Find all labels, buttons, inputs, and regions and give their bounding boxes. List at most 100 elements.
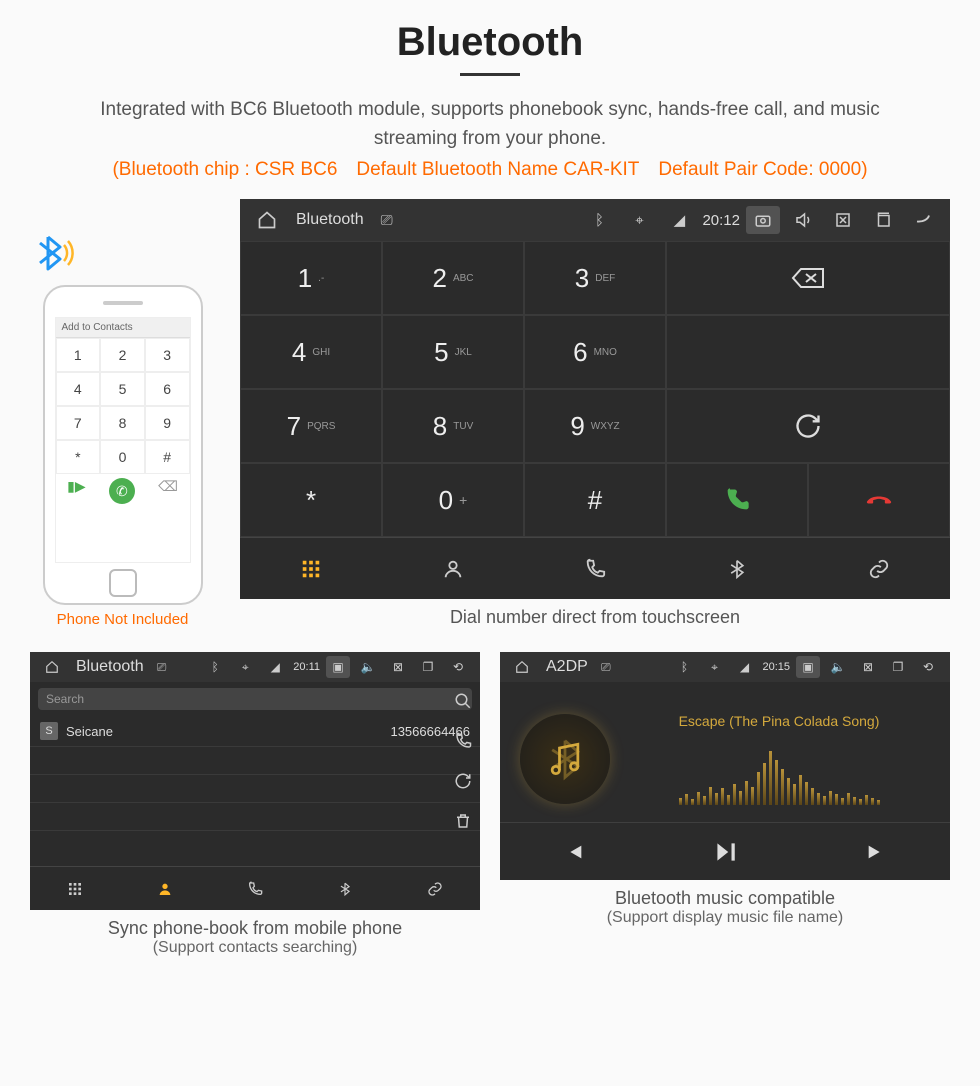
call-icon[interactable] [454,732,472,750]
call-button[interactable] [666,463,808,537]
prev-track-button[interactable] [563,841,585,863]
key-4[interactable]: 4GHI [240,315,382,389]
phone-key: 3 [145,338,190,372]
search-icon[interactable] [454,692,472,710]
recent-apps-icon[interactable]: ❐ [886,656,910,678]
location-icon: ⌖ [622,206,656,234]
page-spec: (Bluetooth chip : CSR BC6 Default Blueto… [30,159,950,181]
tab-contacts[interactable] [382,538,524,599]
recent-apps-icon[interactable]: ❐ [416,656,440,678]
phone-key: 7 [56,406,101,440]
key-8[interactable]: 8TUV [382,389,524,463]
phone-header: Add to Contacts [56,318,190,338]
back-icon[interactable] [906,206,940,234]
bluetooth-status-icon: ᛒ [203,656,227,678]
track-title: Escape (The Pina Colada Song) [628,713,930,729]
wifi-icon: ◢ [662,206,696,234]
tab-dialpad[interactable] [240,538,382,599]
usb-icon: ⎚ [370,206,404,234]
key-2[interactable]: 2ABC [382,241,524,315]
music-caption2: (Support display music file name) [500,909,950,927]
usb-icon: ⎚ [594,656,618,678]
sync-icon[interactable] [454,772,472,790]
dialer-caption: Dial number direct from touchscreen [240,607,950,628]
empty-row [30,803,480,831]
screenshot-icon[interactable]: ▣ [796,656,820,678]
location-icon: ⌖ [702,656,726,678]
page-description: Integrated with BC6 Bluetooth module, su… [70,96,910,153]
back-icon[interactable]: ⟲ [916,656,940,678]
contact-name: Seicane [66,724,390,739]
close-app-icon[interactable] [826,206,860,234]
hangup-button[interactable] [808,463,950,537]
key-0[interactable]: 0+ [382,463,524,537]
phone-key: # [145,440,190,474]
phone-key: 6 [145,372,190,406]
key-3[interactable]: 3DEF [524,241,666,315]
bluetooth-status-icon: ᛒ [582,206,616,234]
tab-pair[interactable] [390,867,480,910]
close-app-icon[interactable]: ⊠ [856,656,880,678]
tab-contacts[interactable] [120,867,210,910]
tab-pair[interactable] [808,538,950,599]
music-screen: A2DP ⎚ ᛒ ⌖ ◢ 20:15 ▣ 🔈 ⊠ ❐ ⟲ [500,652,950,880]
backspace-button[interactable] [666,241,950,315]
key-hash[interactable]: # [524,463,666,537]
close-app-icon[interactable]: ⊠ [386,656,410,678]
play-pause-button[interactable] [712,839,738,865]
phone-key: 1 [56,338,101,372]
contact-row[interactable]: S Seicane 13566664466 [30,716,480,747]
search-input[interactable]: Search [38,688,472,710]
page-title: Bluetooth [30,20,950,65]
key-9[interactable]: 9WXYZ [524,389,666,463]
music-caption1: Bluetooth music compatible [500,888,950,909]
key-star[interactable]: * [240,463,382,537]
phonebook-caption1: Sync phone-book from mobile phone [30,918,480,939]
volume-icon[interactable]: 🔈 [356,656,380,678]
phone-key: 9 [145,406,190,440]
app-title: A2DP [546,658,588,676]
location-icon: ⌖ [233,656,257,678]
contact-badge: S [40,722,58,740]
phone-key: 2 [100,338,145,372]
screenshot-icon[interactable] [746,206,780,234]
redial-button[interactable] [666,389,950,463]
next-track-button[interactable] [865,841,887,863]
phone-caption: Phone Not Included [30,611,215,628]
app-title: Bluetooth [76,658,144,676]
empty-cell [666,315,950,389]
empty-row [30,747,480,775]
home-icon[interactable] [250,206,284,234]
tab-bluetooth[interactable] [666,538,808,599]
wifi-icon: ◢ [732,656,756,678]
usb-icon: ⎚ [150,656,174,678]
album-art-icon [520,714,610,804]
key-5[interactable]: 5JKL [382,315,524,389]
tab-call-log[interactable] [524,538,666,599]
clock: 20:11 [293,661,320,673]
tab-call-log[interactable] [210,867,300,910]
empty-row [30,775,480,803]
screenshot-icon[interactable]: ▣ [326,656,350,678]
phonebook-screen: Bluetooth ⎚ ᛒ ⌖ ◢ 20:11 ▣ 🔈 ⊠ ❐ ⟲ Search [30,652,480,910]
volume-icon[interactable]: 🔈 [826,656,850,678]
key-1[interactable]: 1.- [240,241,382,315]
visualizer [628,745,930,805]
phonebook-caption2: (Support contacts searching) [30,939,480,957]
tab-dialpad[interactable] [30,867,120,910]
tab-bluetooth[interactable] [300,867,390,910]
volume-icon[interactable] [786,206,820,234]
phone-key: 0 [100,440,145,474]
home-icon[interactable] [510,656,534,678]
title-underline [460,73,520,76]
clock: 20:15 [762,661,790,673]
delete-icon[interactable] [454,812,472,830]
dialer-screen: Bluetooth ⎚ ᛒ ⌖ ◢ 20:12 1.- 2ABC 3DE [240,199,950,599]
back-icon[interactable]: ⟲ [446,656,470,678]
key-6[interactable]: 6MNO [524,315,666,389]
bluetooth-signal-icon [30,229,215,277]
recent-apps-icon[interactable] [866,206,900,234]
phone-key: * [56,440,101,474]
key-7[interactable]: 7PQRS [240,389,382,463]
home-icon[interactable] [40,656,64,678]
